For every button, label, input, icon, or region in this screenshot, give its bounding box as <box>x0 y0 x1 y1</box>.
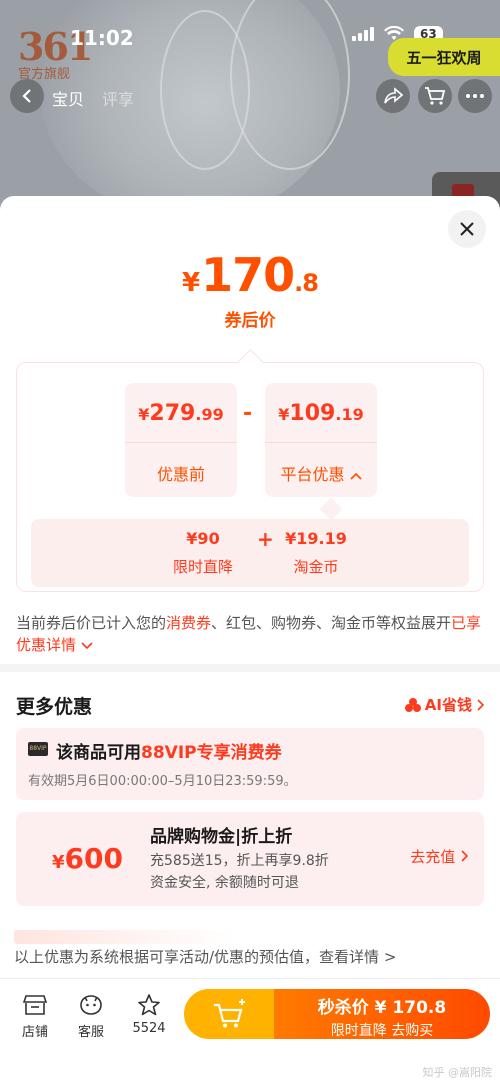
close-button[interactable] <box>448 210 486 248</box>
taojinbi-value: ¥19.19 <box>285 529 347 548</box>
ai-save-money-link[interactable]: AI省钱 <box>404 694 484 715</box>
shop-button[interactable]: 店铺 <box>10 991 60 1040</box>
add-to-cart-button[interactable] <box>184 989 274 1039</box>
minus-sign: - <box>243 401 253 426</box>
gold-offer-text: 充585送15，折上再享9.8折 <box>150 853 329 869</box>
original-price-value: ¥279.99 <box>138 401 224 426</box>
service-label: 客服 <box>77 1025 104 1040</box>
limited-time-discount: ¥90 限时直降 <box>171 529 235 577</box>
brand-gold-card[interactable]: ¥600 品牌购物金|折上折 充585送15，折上再享9.8折 资金安全, 余额… <box>16 812 484 906</box>
flash-sale-price: 秒杀价 ¥ 170.8 <box>317 998 447 1018</box>
chevron-right-icon <box>461 850 469 862</box>
favorite-button[interactable]: 5524 <box>124 991 174 1036</box>
platform-discount-box[interactable]: ¥109.19 平台优惠 <box>265 383 377 497</box>
close-icon <box>460 222 474 236</box>
chevron-right-icon <box>477 698 484 711</box>
coupon-price: ¥170.8 <box>0 248 500 302</box>
cart-button[interactable] <box>418 79 452 113</box>
gold-safety-text: 资金安全, 余额随时可退 <box>150 875 299 891</box>
limited-time-value: ¥90 <box>186 529 220 548</box>
header-tabs: 宝贝 评享 <box>52 86 134 110</box>
more-offers-title: 更多优惠 <box>16 696 93 718</box>
hidden-card-peek <box>14 930 234 944</box>
back-button[interactable] <box>10 79 44 113</box>
add-cart-icon <box>214 999 245 1028</box>
service-icon <box>80 995 102 1015</box>
estimate-notice[interactable]: 以上优惠为系统根据可享活动/优惠的预估值，查看详情 > <box>0 930 500 978</box>
customer-service-button[interactable]: 客服 <box>66 991 116 1040</box>
discount-breakdown-row: ¥90 限时直降 + ¥19.19 淘金币 <box>31 519 469 587</box>
share-button[interactable] <box>376 79 410 113</box>
more-dots-icon <box>466 94 484 98</box>
consumer-coupon-link[interactable]: 消费券 <box>166 614 211 632</box>
coupon-price-block: ¥170.8 券后价 <box>0 248 500 331</box>
promo-badge[interactable]: 五一狂欢周 <box>388 38 500 76</box>
ai-logo-icon <box>404 697 421 712</box>
discount-pointer <box>319 497 343 521</box>
price-yen: ¥ <box>182 268 200 298</box>
vip-coupon-title: 该商品可用88VIP专享消费券 <box>56 743 282 763</box>
chevron-left-icon <box>22 89 31 103</box>
coupon-price-label: 券后价 <box>224 311 276 331</box>
tab-product[interactable]: 宝贝 <box>52 86 84 110</box>
flash-sale-buy-button[interactable]: 秒杀价 ¥ 170.8 限时直降 去购买 <box>274 989 490 1039</box>
more-button[interactable] <box>458 79 492 113</box>
vip-coupon-card[interactable]: 88VIP 该商品可用88VIP专享消费券 有效期5月6日00:00:00–5月… <box>16 728 484 800</box>
bottom-action-bar: 店铺 客服 5524 秒杀价 ¥ 170.8 限时直降 去购买 知乎 @嵩阳院 <box>0 978 500 1086</box>
original-price-label: 优惠前 <box>156 465 205 484</box>
price-dec: .8 <box>294 269 319 297</box>
watermark: 知乎 @嵩阳院 <box>422 1066 493 1079</box>
estimate-text: 以上优惠为系统根据可享活动/优惠的预估值，查看详情 > <box>14 948 397 966</box>
vip-coupon-validity: 有效期5月6日00:00:00–5月10日23:59:59。 <box>28 774 297 789</box>
product-hero-image: 361 官方旗舰 11:02 63 五一狂欢周 宝贝 评享 <box>0 0 500 215</box>
chevron-up-icon <box>349 472 362 480</box>
ai-link-label: AI省钱 <box>424 696 472 714</box>
favorites-count: 5524 <box>132 1021 166 1036</box>
section-divider <box>0 664 500 672</box>
note-text: 当前券后价已计入您的 <box>16 614 167 632</box>
share-icon <box>384 87 403 104</box>
platform-discount-value: ¥109.19 <box>278 401 364 426</box>
gold-amount: ¥600 <box>52 842 123 875</box>
recharge-button[interactable]: 去充值 <box>410 846 469 867</box>
price-detail-sheet: ¥170.8 券后价 ¥279.99 优惠前 - ¥109.19 平台优惠 ¥9… <box>0 196 500 1086</box>
shop-icon <box>23 995 47 1015</box>
vip-badge-icon: 88VIP <box>28 742 48 756</box>
flash-sale-subtitle: 限时直降 去购买 <box>330 1023 434 1039</box>
star-icon <box>138 994 160 1016</box>
limited-time-label: 限时直降 <box>172 558 233 576</box>
gold-title: 品牌购物金|折上折 <box>150 827 293 847</box>
chevron-down-icon[interactable] <box>81 642 93 650</box>
status-time: 11:02 <box>70 26 134 50</box>
shop-label: 店铺 <box>21 1025 48 1040</box>
app-root: 361 官方旗舰 11:02 63 五一狂欢周 宝贝 评享 ¥170.8 券后价… <box>0 0 500 1086</box>
cart-icon <box>425 87 446 105</box>
original-price-box: ¥279.99 优惠前 <box>125 383 237 497</box>
cellular-signal-icon <box>352 27 374 41</box>
note-text: 、红包、购物券、淘金币等权益展开 <box>211 614 452 632</box>
plus-sign: + <box>257 527 274 551</box>
taojinbi-discount: ¥19.19 淘金币 <box>279 529 353 577</box>
price-note: 当前券后价已计入您的消费券、红包、购物券、淘金币等权益展开已享优惠详情 <box>16 612 484 656</box>
platform-discount-label: 平台优惠 <box>265 461 377 485</box>
price-breakdown: ¥279.99 优惠前 - ¥109.19 平台优惠 ¥90 限时直降 + ¥1… <box>16 362 484 592</box>
price-int: 170 <box>201 248 295 302</box>
tab-reviews[interactable]: 评享 <box>102 86 134 110</box>
buy-button-group: 秒杀价 ¥ 170.8 限时直降 去购买 <box>184 989 490 1039</box>
taojinbi-label: 淘金币 <box>293 558 339 576</box>
